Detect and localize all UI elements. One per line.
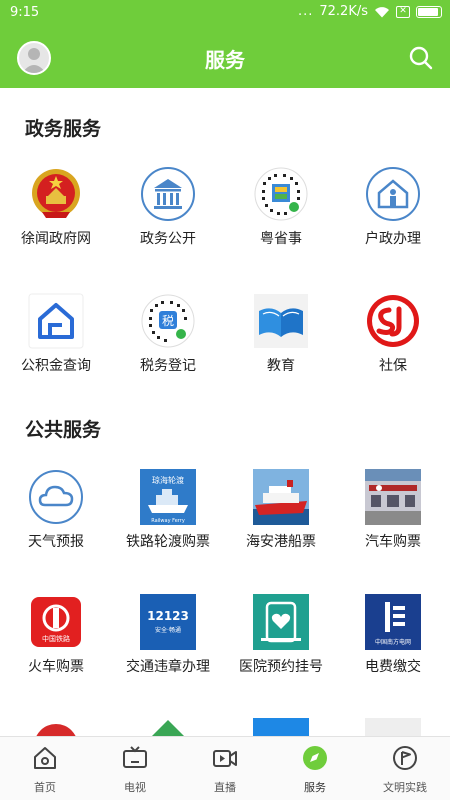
service-label: 天气预报 (28, 534, 84, 550)
cloud-icon (28, 469, 84, 525)
service-label: 电费缴交 (365, 659, 421, 675)
service-label: 交通违章办理 (126, 659, 210, 675)
service-electricity[interactable]: 中国南方电网 电费缴交 (337, 594, 449, 676)
traffic-sub-text: 安全·畅通 (155, 626, 181, 634)
service-label: 户政办理 (365, 231, 421, 247)
hospital-appointment-icon (253, 594, 309, 650)
service-railway-ferry[interactable]: 琼海轮渡 Railway Ferry 铁路轮渡购票 (112, 469, 224, 551)
tab-civilization[interactable]: 文明实践 (360, 737, 450, 801)
app-header: 服务 (0, 26, 450, 88)
service-label: 社保 (379, 358, 407, 374)
service-label: 政务公开 (140, 231, 196, 247)
svg-text:税: 税 (162, 314, 174, 328)
service-label: 汽车购票 (365, 534, 421, 550)
tab-service[interactable]: 服务 (270, 737, 360, 801)
service-label: 医院预约挂号 (239, 659, 323, 675)
service-tax[interactable]: 税 税务登记 (112, 293, 224, 375)
service-xuwen-gov[interactable]: 徐闻政府网 (0, 166, 112, 248)
service-traffic-violation[interactable]: 12123 安全·畅通 交通违章办理 (112, 594, 224, 676)
tab-tv[interactable]: 电视 (90, 737, 180, 801)
ferry-icon: 琼海轮渡 Railway Ferry (140, 469, 196, 525)
tab-label: 直播 (214, 781, 236, 794)
partial-grey-icon (365, 718, 421, 736)
partial-blue-icon (253, 718, 309, 736)
live-video-icon (213, 750, 237, 767)
status-dots: ... (297, 4, 314, 19)
service-label: 火车购票 (28, 659, 84, 675)
tab-label: 服务 (304, 781, 326, 794)
service-bus-ticket[interactable]: 汽车购票 (337, 469, 449, 551)
government-building-icon (140, 166, 196, 222)
status-right: ... 72.2K/s ✕ (298, 4, 442, 19)
open-book-icon (253, 293, 309, 349)
home-icon (34, 747, 56, 769)
bottom-tab-bar: 首页 电视 直播 服务 文明实践 (0, 736, 450, 800)
service-label: 铁路轮渡购票 (126, 534, 210, 550)
bus-station-photo-icon (365, 469, 421, 525)
battery-icon (416, 5, 442, 18)
tab-label: 文明实践 (383, 781, 427, 794)
partial-red-emblem-icon (28, 718, 84, 736)
civilization-flag-icon (393, 746, 417, 770)
partial-green-blue-icon (140, 718, 196, 736)
service-partial-4[interactable] (337, 718, 449, 736)
tax-qr-icon: 税 (140, 293, 196, 349)
service-haian-port[interactable]: 海安港船票 (225, 469, 337, 551)
china-railway-icon: 中国铁路 (28, 594, 84, 650)
mini-program-qr-icon (253, 166, 309, 222)
service-label: 教育 (267, 358, 295, 374)
national-emblem-icon (28, 166, 84, 222)
tab-home[interactable]: 首页 (0, 737, 90, 801)
section-title-public: 公共服务 (25, 419, 102, 441)
status-bar: 9:15 ... 72.2K/s ✕ (0, 0, 450, 26)
service-label: 徐闻政府网 (21, 231, 91, 247)
service-train-ticket[interactable]: 中国铁路 火车购票 (0, 594, 112, 676)
service-label: 粤省事 (260, 231, 302, 247)
service-partial-3[interactable] (225, 718, 337, 736)
service-content: 政务服务 徐闻政府网 政务公开 粤省事 户政办理 公积金查询 税 税务登记 教育… (0, 88, 450, 736)
ferry-top-text: 琼海轮渡 (152, 475, 184, 485)
page-title: 服务 (205, 48, 245, 72)
search-icon[interactable] (408, 45, 434, 71)
status-time: 9:15 (10, 5, 40, 20)
sim-x-icon: ✕ (396, 5, 410, 18)
service-yueshengshi[interactable]: 粤省事 (225, 166, 337, 248)
ship-photo-icon (253, 469, 309, 525)
tab-label: 电视 (124, 781, 146, 794)
traffic-12123-icon: 12123 安全·畅通 (140, 594, 196, 650)
housing-fund-house-icon (28, 293, 84, 349)
wifi-icon (375, 6, 389, 17)
service-education[interactable]: 教育 (225, 293, 337, 375)
tab-label: 首页 (34, 781, 56, 794)
service-weather[interactable]: 天气预报 (0, 469, 112, 551)
railway-text: 中国铁路 (42, 634, 70, 643)
service-partial-2[interactable] (112, 718, 224, 736)
grid-text: 中国南方电网 (375, 638, 411, 646)
service-gov-affairs[interactable]: 政务公开 (112, 166, 224, 248)
service-social-security[interactable]: 社保 (337, 293, 449, 375)
traffic-num-text: 12123 (147, 609, 189, 623)
service-household[interactable]: 户政办理 (337, 166, 449, 248)
tab-live[interactable]: 直播 (180, 737, 270, 801)
china-southern-grid-icon: 中国南方电网 (365, 594, 421, 650)
social-security-logo-icon (365, 293, 421, 349)
network-speed: 72.2K/s (319, 4, 368, 19)
service-label: 税务登记 (140, 358, 196, 374)
service-label: 公积金查询 (21, 358, 91, 374)
section-title-government: 政务服务 (25, 118, 102, 140)
household-house-icon (365, 166, 421, 222)
ferry-bottom-text: Railway Ferry (151, 518, 185, 524)
service-housing-fund[interactable]: 公积金查询 (0, 293, 112, 375)
tv-icon (123, 746, 147, 768)
service-hospital[interactable]: 医院预约挂号 (225, 594, 337, 676)
service-label: 海安港船票 (246, 534, 316, 550)
service-compass-icon (303, 746, 327, 770)
service-partial-1[interactable] (0, 718, 112, 736)
